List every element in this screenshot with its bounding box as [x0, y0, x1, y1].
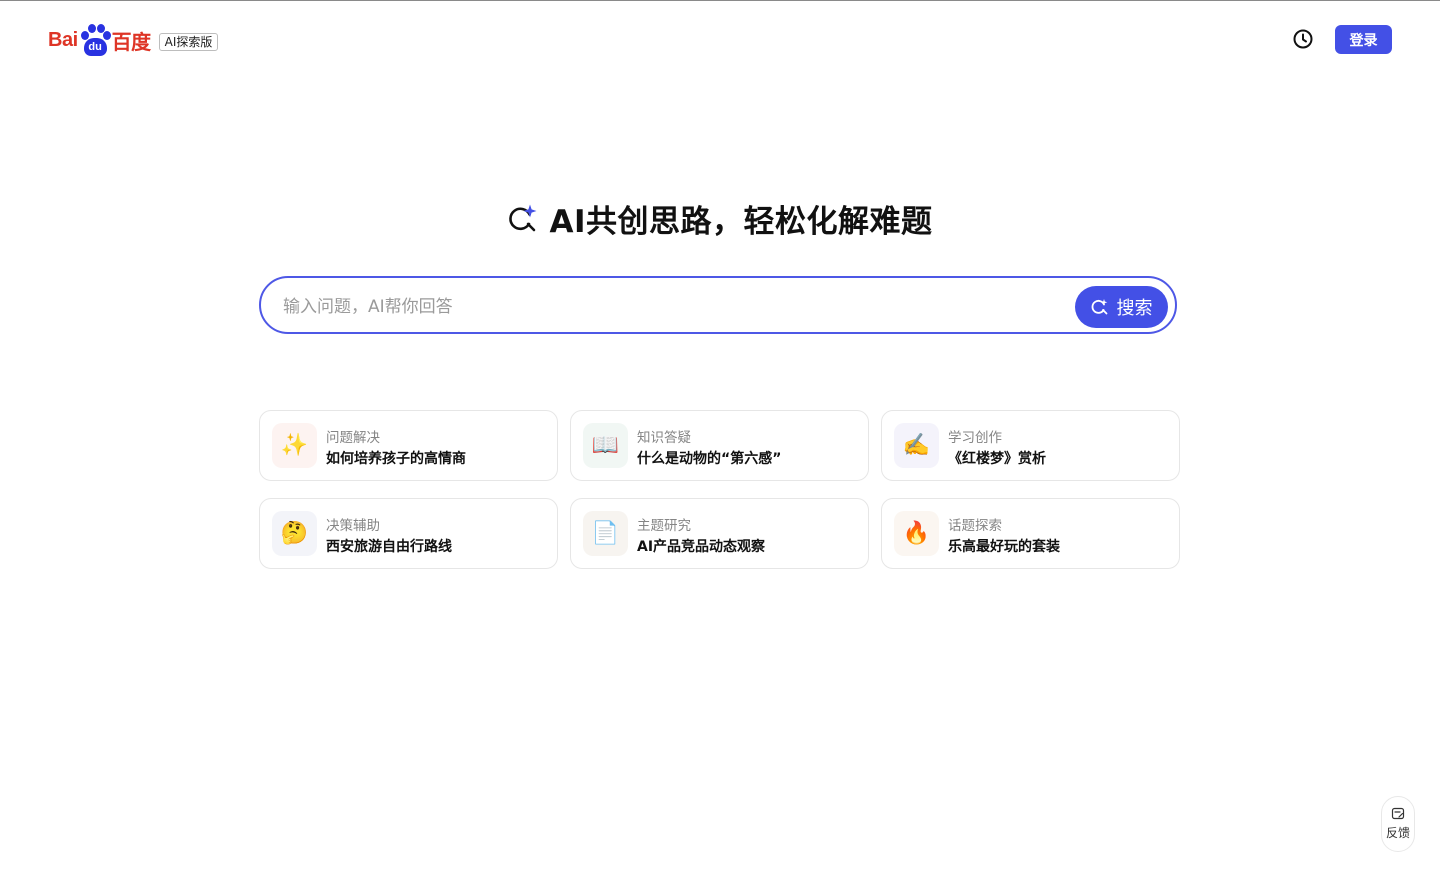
feedback-label: 反馈 — [1385, 826, 1410, 840]
sparkles-icon: ✨ — [272, 423, 317, 468]
ai-explore-badge: AI探索版 — [158, 33, 219, 51]
search-input[interactable] — [281, 288, 1065, 326]
search-button[interactable]: 搜索 — [1075, 286, 1168, 328]
baidu-logo[interactable]: Bai du 百度 AI探索版 — [48, 22, 219, 58]
login-button[interactable]: 登录 — [1335, 25, 1392, 54]
page-title: AI共创思路，轻松化解难题 — [549, 204, 933, 240]
suggestion-category: 主题研究 — [637, 518, 691, 534]
suggestion-card[interactable]: 🤔 决策辅助 西安旅游自由行路线 — [259, 498, 558, 569]
suggestion-question: 如何培养孩子的高情商 — [326, 451, 466, 467]
thinking-face-icon: 🤔 — [272, 511, 317, 556]
suggestion-category: 知识答疑 — [637, 430, 691, 446]
suggestion-card[interactable]: ✍️ 学习创作 《红楼梦》赏析 — [881, 410, 1180, 481]
suggestion-question: AI产品竞品动态观察 — [637, 539, 766, 555]
fire-icon: 🔥 — [894, 511, 939, 556]
feedback-edit-icon — [1391, 807, 1405, 820]
suggestion-question: 乐高最好玩的套装 — [948, 539, 1060, 555]
logo-text-baidu-cn: 百度 — [111, 31, 152, 54]
search-button-label: 搜索 — [1116, 298, 1153, 319]
document-icon: 📄 — [583, 511, 628, 556]
ai-search-icon — [1091, 299, 1107, 315]
suggestion-card[interactable]: 📄 主题研究 AI产品竞品动态观察 — [570, 498, 869, 569]
hero-heading: AI共创思路，轻松化解难题 — [0, 196, 1440, 241]
logo-text-du: du — [83, 38, 107, 56]
clock-icon[interactable] — [1292, 28, 1314, 50]
logo-text-bai: Bai — [48, 28, 78, 51]
writing-hand-icon: ✍️ — [894, 423, 939, 468]
suggestion-category: 话题探索 — [948, 518, 1002, 534]
suggestion-card[interactable]: 📖 知识答疑 什么是动物的“第六感” — [570, 410, 869, 481]
top-border — [0, 0, 1440, 1]
suggestion-question: 什么是动物的“第六感” — [637, 451, 782, 467]
suggestion-category: 学习创作 — [948, 430, 1002, 446]
suggestion-grid: ✨ 问题解决 如何培养孩子的高情商 📖 知识答疑 什么是动物的“第六感” ✍️ … — [259, 410, 1181, 569]
search-box: 搜索 — [259, 276, 1177, 334]
paw-icon: du — [79, 23, 111, 57]
suggestion-question: 《红楼梦》赏析 — [948, 451, 1046, 467]
ai-search-sparkle-icon — [507, 203, 539, 235]
suggestion-card[interactable]: 🔥 话题探索 乐高最好玩的套装 — [881, 498, 1180, 569]
feedback-button[interactable]: 反馈 — [1381, 796, 1415, 852]
suggestion-question: 西安旅游自由行路线 — [326, 539, 452, 555]
suggestion-category: 决策辅助 — [326, 518, 380, 534]
suggestion-category: 问题解决 — [326, 430, 380, 446]
suggestion-card[interactable]: ✨ 问题解决 如何培养孩子的高情商 — [259, 410, 558, 481]
open-book-icon: 📖 — [583, 423, 628, 468]
